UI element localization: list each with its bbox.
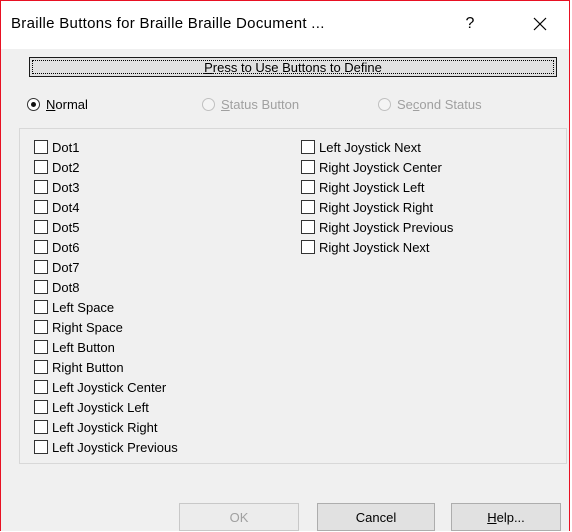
- focus-rectangle: [32, 60, 554, 74]
- checkbox-label: Dot1: [52, 139, 80, 155]
- checkbox-label: Left Joystick Left: [52, 399, 149, 415]
- radio-second-status-label: Second Status: [397, 96, 482, 112]
- checkbox-left-joystick-left[interactable]: Left Joystick Left: [34, 398, 149, 416]
- radio-normal-indicator[interactable]: [27, 97, 40, 111]
- ok-button-label: OK: [229, 509, 249, 525]
- checkbox-label: Right Button: [52, 359, 124, 375]
- checkbox-box[interactable]: [34, 420, 48, 434]
- radio-second-status[interactable]: Second Status: [378, 95, 482, 113]
- title-bar: Braille Buttons for Braille Braille Docu…: [1, 1, 569, 49]
- checkbox-label: Left Space: [52, 299, 115, 315]
- checkbox-label: Dot7: [52, 259, 80, 275]
- checkbox-box[interactable]: [34, 340, 48, 354]
- checkbox-dot2[interactable]: Dot2: [34, 158, 79, 176]
- checkbox-right-button[interactable]: Right Button: [34, 358, 124, 376]
- checkbox-box[interactable]: [34, 360, 48, 374]
- checkbox-label: Right Space: [52, 319, 123, 335]
- radio-status-button-indicator[interactable]: [202, 97, 215, 111]
- checkbox-box[interactable]: [34, 160, 48, 174]
- checkbox-dot7[interactable]: Dot7: [34, 258, 79, 276]
- checkbox-label: Left Joystick Next: [319, 139, 421, 155]
- radio-status-button[interactable]: Status Button: [202, 95, 299, 113]
- close-icon[interactable]: [525, 11, 555, 37]
- checkbox-box[interactable]: [34, 140, 48, 154]
- checkbox-dot1[interactable]: Dot1: [34, 138, 79, 156]
- checkbox-box[interactable]: [34, 220, 48, 234]
- button-checkbox-group: Dot1 Dot2 Dot3 Dot4 Dot5 Dot6 Dot7 Dot8 …: [19, 128, 567, 464]
- checkbox-box[interactable]: [34, 180, 48, 194]
- checkbox-label: Left Joystick Right: [52, 419, 158, 435]
- checkbox-box[interactable]: [34, 260, 48, 274]
- checkbox-label: Right Joystick Center: [319, 159, 442, 175]
- checkbox-dot5[interactable]: Dot5: [34, 218, 79, 236]
- checkbox-left-joystick-right[interactable]: Left Joystick Right: [34, 418, 158, 436]
- checkbox-label: Left Joystick Center: [52, 379, 167, 395]
- checkbox-left-joystick-previous[interactable]: Left Joystick Previous: [34, 438, 178, 456]
- checkbox-box[interactable]: [301, 180, 315, 194]
- checkbox-left-joystick-next[interactable]: Left Joystick Next: [301, 138, 421, 156]
- checkbox-box[interactable]: [34, 240, 48, 254]
- checkbox-label: Dot4: [52, 199, 80, 215]
- checkbox-dot8[interactable]: Dot8: [34, 278, 79, 296]
- checkbox-label: Right Joystick Next: [319, 239, 430, 255]
- help-button[interactable]: Help...: [451, 503, 561, 531]
- checkbox-box[interactable]: [301, 140, 315, 154]
- checkbox-label: Dot8: [52, 279, 80, 295]
- checkbox-box[interactable]: [301, 240, 315, 254]
- radio-status-button-label: Status Button: [221, 96, 300, 112]
- window-title: Braille Buttons for Braille Braille Docu…: [11, 15, 325, 32]
- checkbox-label: Left Button: [52, 339, 115, 355]
- checkbox-box[interactable]: [34, 380, 48, 394]
- ok-button[interactable]: OK: [179, 503, 299, 531]
- press-to-define-button[interactable]: Press to Use Buttons to Define: [29, 57, 557, 77]
- radio-normal[interactable]: Normal: [27, 95, 88, 113]
- checkbox-right-joystick-next[interactable]: Right Joystick Next: [301, 238, 430, 256]
- help-button-label: Help...: [487, 509, 525, 525]
- checkbox-box[interactable]: [301, 160, 315, 174]
- checkbox-dot3[interactable]: Dot3: [34, 178, 79, 196]
- checkbox-box[interactable]: [301, 200, 315, 214]
- checkbox-right-joystick-left[interactable]: Right Joystick Left: [301, 178, 425, 196]
- checkbox-label: Dot3: [52, 179, 80, 195]
- checkbox-box[interactable]: [34, 320, 48, 334]
- checkbox-right-joystick-center[interactable]: Right Joystick Center: [301, 158, 442, 176]
- checkbox-box[interactable]: [34, 400, 48, 414]
- checkbox-box[interactable]: [34, 300, 48, 314]
- checkbox-right-joystick-right[interactable]: Right Joystick Right: [301, 198, 433, 216]
- checkbox-label: Dot2: [52, 159, 80, 175]
- checkbox-dot4[interactable]: Dot4: [34, 198, 79, 216]
- checkbox-label: Right Joystick Right: [319, 199, 434, 215]
- checkbox-box[interactable]: [301, 220, 315, 234]
- braille-buttons-dialog: Braille Buttons for Braille Braille Docu…: [0, 0, 570, 531]
- radio-normal-label: Normal: [46, 96, 88, 112]
- checkbox-box[interactable]: [34, 200, 48, 214]
- help-icon[interactable]: ?: [456, 12, 484, 36]
- checkbox-box[interactable]: [34, 440, 48, 454]
- radio-second-status-indicator[interactable]: [378, 97, 391, 111]
- checkbox-right-space[interactable]: Right Space: [34, 318, 123, 336]
- checkbox-label: Left Joystick Previous: [52, 439, 178, 455]
- cancel-button[interactable]: Cancel: [317, 503, 435, 531]
- checkbox-right-joystick-previous[interactable]: Right Joystick Previous: [301, 218, 453, 236]
- checkbox-label: Dot5: [52, 219, 80, 235]
- checkbox-left-space[interactable]: Left Space: [34, 298, 114, 316]
- checkbox-box[interactable]: [34, 280, 48, 294]
- checkbox-left-joystick-center[interactable]: Left Joystick Center: [34, 378, 166, 396]
- checkbox-label: Right Joystick Left: [319, 179, 425, 195]
- cancel-button-label: Cancel: [355, 509, 397, 525]
- checkbox-label: Right Joystick Previous: [319, 219, 454, 235]
- checkbox-dot6[interactable]: Dot6: [34, 238, 79, 256]
- checkbox-left-button[interactable]: Left Button: [34, 338, 115, 356]
- checkbox-label: Dot6: [52, 239, 80, 255]
